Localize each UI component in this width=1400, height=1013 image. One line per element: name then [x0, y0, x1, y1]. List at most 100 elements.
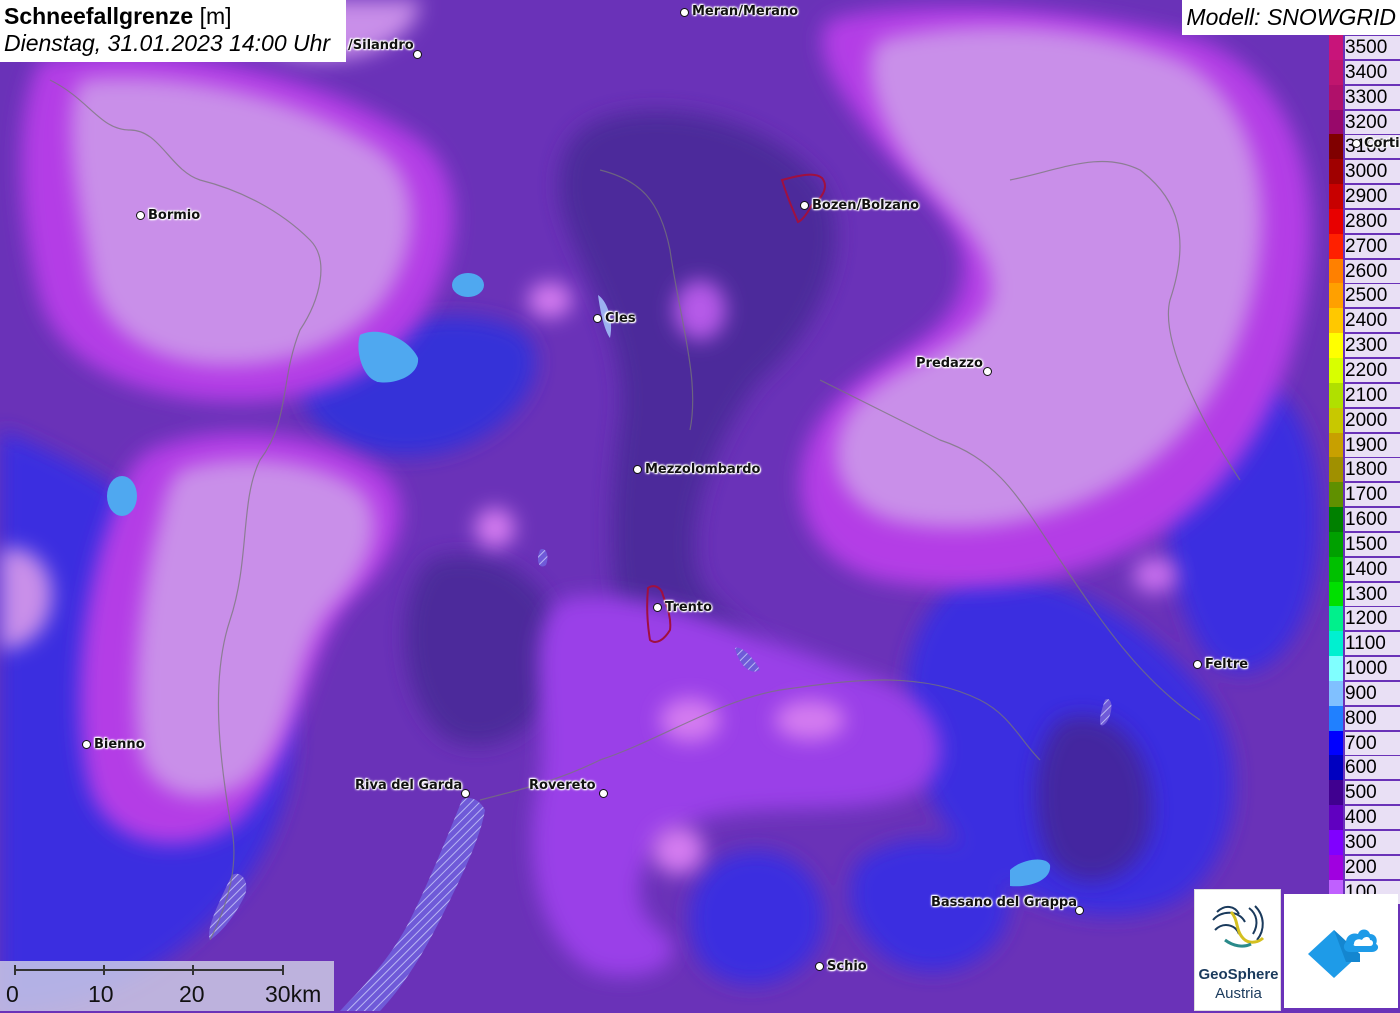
legend-label: 300 — [1345, 831, 1400, 854]
scale-label-30km: 30km — [265, 981, 322, 1007]
legend-label: 2600 — [1345, 259, 1400, 283]
legend-row: 3500 — [1329, 35, 1400, 60]
legend-swatch — [1329, 357, 1343, 383]
legend-label: 1000 — [1345, 657, 1400, 681]
legend-label: 1700 — [1345, 483, 1400, 507]
legend-row: 500 — [1329, 780, 1400, 806]
city-label[interactable]: Mezzolombardo — [645, 462, 760, 477]
legend-swatch — [1329, 184, 1343, 209]
legend-label: 2000 — [1345, 408, 1400, 432]
legend-swatch — [1329, 432, 1343, 458]
city-label[interactable]: Bozen/Bolzano — [812, 198, 919, 213]
legend-label: 1800 — [1345, 458, 1400, 482]
city-marker[interactable] — [983, 367, 992, 376]
scale-label-0: 0 — [6, 981, 19, 1007]
legend-label: 200 — [1345, 855, 1400, 879]
legend-label: 2500 — [1345, 284, 1400, 308]
legend-row: 200 — [1329, 854, 1400, 880]
legend-swatch — [1329, 854, 1343, 880]
city-label[interactable]: Cles — [605, 311, 636, 326]
legend-row: 1200 — [1329, 606, 1400, 632]
city-marker[interactable] — [593, 314, 602, 323]
legend-swatch — [1329, 581, 1343, 607]
city-label[interactable]: Predazzo — [916, 356, 983, 371]
app-logo[interactable] — [1284, 894, 1398, 1008]
legend-row: 1100 — [1329, 631, 1400, 657]
legend-swatch — [1329, 59, 1343, 85]
scale-label-20: 20 — [179, 981, 205, 1007]
legend-row: 400 — [1329, 805, 1400, 830]
city-marker[interactable] — [633, 465, 642, 474]
legend-swatch — [1329, 159, 1343, 185]
legend-swatch — [1329, 755, 1343, 781]
legend-swatch — [1329, 730, 1343, 756]
city-label[interactable]: Schio — [827, 959, 867, 974]
city-label[interactable]: Bormio — [148, 208, 200, 223]
legend-row: 1400 — [1329, 556, 1400, 582]
legend-row: 700 — [1329, 730, 1400, 756]
legend-row: 2400 — [1329, 308, 1400, 334]
snowfall-limit-map[interactable] — [0, 0, 1400, 1011]
city-marker[interactable] — [680, 8, 689, 17]
legend-row: 600 — [1329, 755, 1400, 781]
legend-row: 3300 — [1329, 84, 1400, 110]
city-marker[interactable] — [413, 50, 422, 59]
legend-row: 1300 — [1329, 581, 1400, 607]
legend-swatch — [1329, 84, 1343, 110]
legend-swatch — [1329, 556, 1343, 582]
legend-label: 700 — [1345, 731, 1400, 755]
legend-label: 600 — [1345, 756, 1400, 780]
legend-label: 3200 — [1345, 110, 1400, 134]
legend-row: 3400 — [1329, 59, 1400, 85]
title-text: Schneefallgrenze — [4, 3, 194, 29]
legend-swatch — [1329, 531, 1343, 557]
city-label[interactable]: /Silandro — [348, 38, 414, 53]
city-marker[interactable] — [82, 740, 91, 749]
legend-row: 2700 — [1329, 233, 1400, 259]
legend-swatch — [1329, 134, 1343, 160]
legend-row: 2600 — [1329, 258, 1400, 284]
legend-row: 3200 — [1329, 109, 1400, 135]
legend-row: 1000 — [1329, 656, 1400, 681]
model-label: Modell: SNOWGRID — [1182, 0, 1400, 35]
legend-label: 3000 — [1345, 160, 1400, 184]
scale-tick — [282, 965, 284, 975]
legend-label: 1900 — [1345, 433, 1400, 457]
city-marker[interactable] — [815, 962, 824, 971]
legend-row: 800 — [1329, 705, 1400, 731]
city-label[interactable]: Rovereto — [529, 778, 596, 793]
city-label[interactable]: Bienno — [94, 737, 145, 752]
city-label[interactable]: Meran/Merano — [692, 4, 798, 19]
geosphere-wordmark-line2: Austria — [1215, 985, 1262, 1002]
city-marker[interactable] — [1352, 139, 1361, 148]
legend-row: 1600 — [1329, 507, 1400, 532]
city-label[interactable]: Riva del Garda — [355, 778, 462, 793]
legend-swatch — [1329, 606, 1343, 632]
geosphere-austria-logo[interactable]: GeoSphere Austria — [1194, 889, 1281, 1011]
legend-swatch — [1329, 830, 1343, 855]
legend-label: 1200 — [1345, 607, 1400, 631]
legend-row: 2000 — [1329, 407, 1400, 433]
legend-label: 500 — [1345, 781, 1400, 805]
city-marker[interactable] — [136, 211, 145, 220]
city-marker[interactable] — [599, 789, 608, 798]
city-marker[interactable] — [653, 603, 662, 612]
legend-row: 1500 — [1329, 531, 1400, 557]
legend-swatch — [1329, 805, 1343, 830]
color-legend: 3500 3400 3300 3200 3100 3000 2900 2800 2700 2600… — [1329, 35, 1400, 905]
legend-swatch — [1329, 283, 1343, 309]
legend-swatch — [1329, 457, 1343, 483]
city-label[interactable]: Feltre — [1205, 657, 1248, 672]
city-marker[interactable] — [800, 201, 809, 210]
legend-row: 2800 — [1329, 208, 1400, 234]
city-marker[interactable] — [1193, 660, 1202, 669]
legend-label: 1400 — [1345, 557, 1400, 581]
legend-label: 3500 — [1345, 36, 1400, 59]
house-cloud-icon — [1308, 929, 1379, 978]
legend-label: 1500 — [1345, 532, 1400, 556]
city-label[interactable]: Trento — [665, 600, 712, 615]
geosphere-emblem-icon — [1212, 905, 1265, 948]
city-marker[interactable] — [461, 789, 470, 798]
city-label[interactable]: Bassano del Grappa — [931, 895, 1077, 910]
city-label[interactable]: Corti — [1364, 136, 1400, 151]
